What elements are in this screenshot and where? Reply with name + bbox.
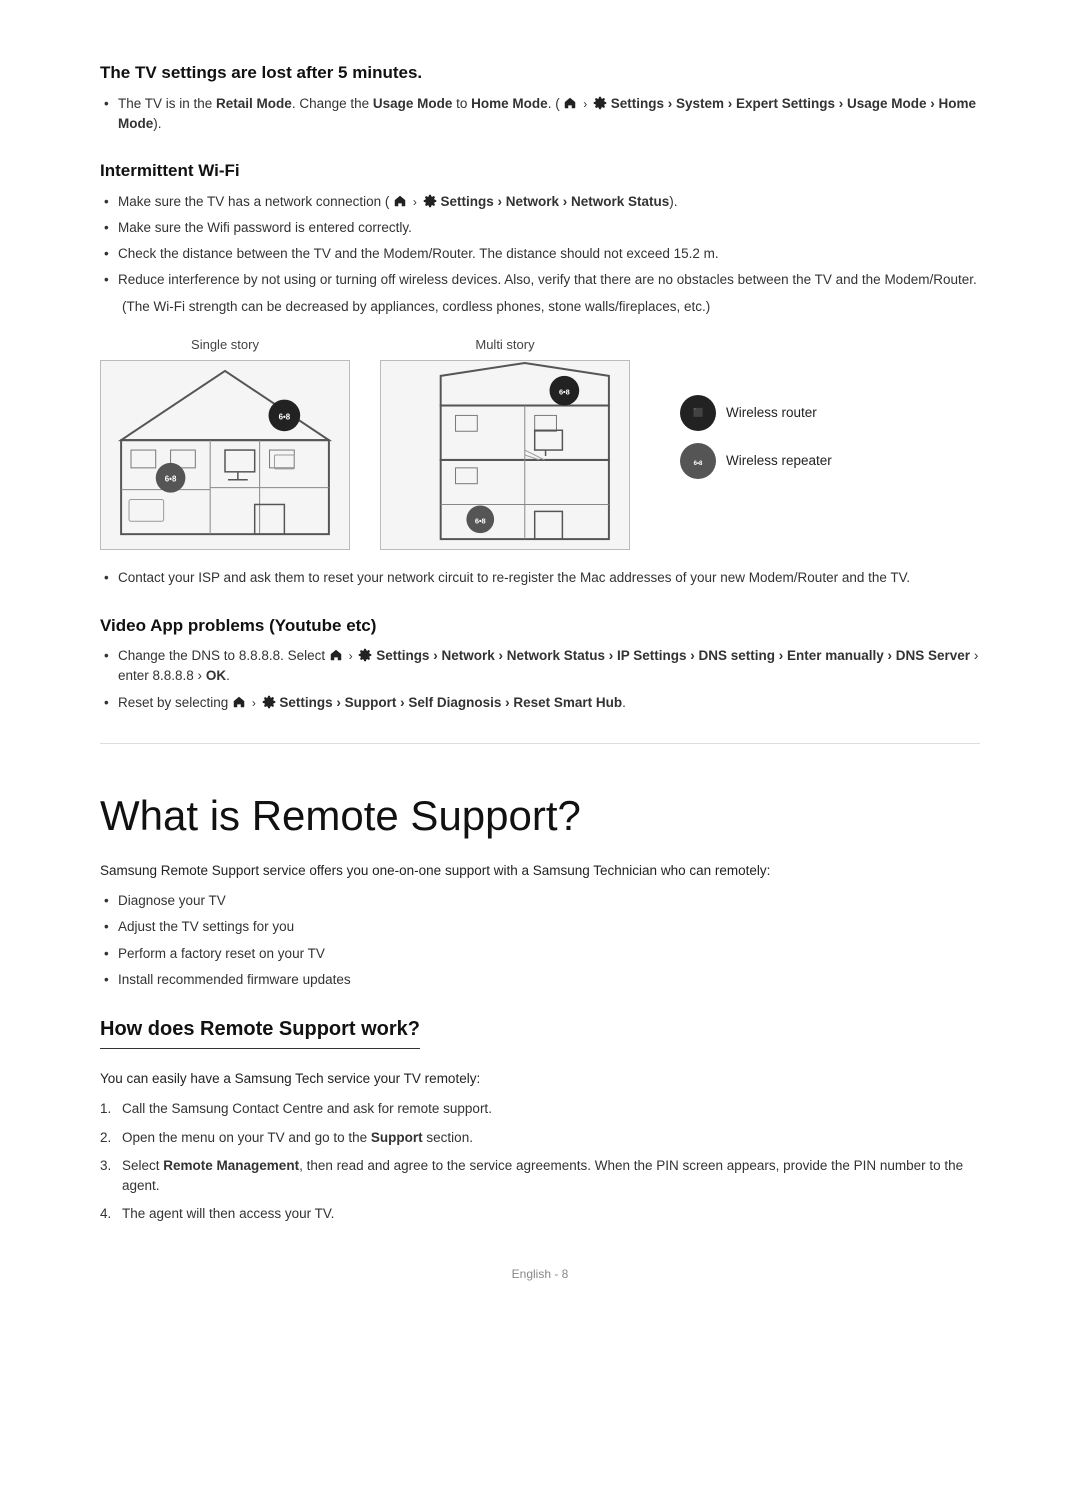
step-2: 2. Open the menu on your TV and go to th… [100,1128,980,1148]
rs-bullet-4: Install recommended firmware updates [100,970,980,990]
router-icon: ⬛ [680,395,716,431]
settings-icon [262,695,276,709]
video-list: Change the DNS to 8.8.8.8. Select › Sett… [100,646,980,713]
page-footer: English - 8 [100,1265,980,1283]
rs-bullet-3: Perform a factory reset on your TV [100,944,980,964]
how-works-heading: How does Remote Support work? [100,1014,420,1049]
video-bullet-1: Change the DNS to 8.8.8.8. Select › Sett… [100,646,980,687]
legend-repeater: 6•8 Wireless repeater [680,443,832,479]
section-tv-settings: The TV settings are lost after 5 minutes… [100,60,980,134]
wifi-heading: Intermittent Wi-Fi [100,158,980,184]
step-4: 4. The agent will then access your TV. [100,1204,980,1224]
wifi-bullet-4: Reduce interference by not using or turn… [100,270,980,290]
svg-text:6•8: 6•8 [475,517,486,526]
section-video: Video App problems (Youtube etc) Change … [100,613,980,713]
wifi-bullet-1: Make sure the TV has a network connectio… [100,192,980,212]
repeater-icon: 6•8 [680,443,716,479]
svg-text:6•8: 6•8 [694,461,703,467]
settings-icon [358,648,372,662]
wifi-isp-bullet: Contact your ISP and ask them to reset y… [100,568,980,588]
how-works-intro: You can easily have a Samsung Tech servi… [100,1069,980,1089]
settings-icon [423,194,437,208]
home-icon [329,648,343,662]
single-story-block: Single story 6•8 [100,335,350,551]
single-story-label: Single story [191,335,259,355]
step-1: 1. Call the Samsung Contact Centre and a… [100,1099,980,1119]
rs-bullet-1: Diagnose your TV [100,891,980,911]
section-wifi: Intermittent Wi-Fi Make sure the TV has … [100,158,980,589]
multi-story-block: Multi story [380,335,630,551]
home-icon [393,194,407,208]
tv-settings-heading: The TV settings are lost after 5 minutes… [100,60,980,86]
section-divider [100,743,980,744]
wireless-router-label: Wireless router [726,403,817,423]
step-3: 3. Select Remote Management, then read a… [100,1156,980,1197]
section-how-works: How does Remote Support work? You can ea… [100,1014,980,1225]
remote-support-list: Diagnose your TV Adjust the TV settings … [100,891,980,990]
single-story-house: 6•8 6•8 [100,360,350,550]
legend-router: ⬛ Wireless router [680,395,832,431]
section-remote-support: What is Remote Support? Samsung Remote S… [100,784,980,990]
how-works-steps: 1. Call the Samsung Contact Centre and a… [100,1099,980,1224]
wifi-diagram: Single story 6•8 [100,335,980,551]
home-icon [232,695,246,709]
home-icon [563,96,577,110]
diagram-legend: ⬛ Wireless router 6•8 Wireless repeater [680,395,832,479]
wireless-repeater-label: Wireless repeater [726,451,832,471]
svg-text:6•8: 6•8 [559,388,570,397]
video-heading: Video App problems (Youtube etc) [100,613,980,639]
wifi-bullet-3: Check the distance between the TV and th… [100,244,980,264]
tv-settings-bullet-1: The TV is in the Retail Mode. Change the… [100,94,980,135]
svg-text:6•8: 6•8 [165,475,177,484]
multi-story-label: Multi story [475,335,534,355]
wifi-list: Make sure the TV has a network connectio… [100,192,980,291]
settings-icon [593,96,607,110]
wifi-note: (The Wi-Fi strength can be decreased by … [122,297,980,317]
video-bullet-2: Reset by selecting › Settings › Support … [100,693,980,713]
remote-support-intro: Samsung Remote Support service offers yo… [100,861,980,881]
tv-settings-list: The TV is in the Retail Mode. Change the… [100,94,980,135]
wifi-bullet-2: Make sure the Wifi password is entered c… [100,218,980,238]
multi-story-house: 6•8 6•8 [380,360,630,550]
remote-support-heading: What is Remote Support? [100,784,980,847]
wifi-isp-list: Contact your ISP and ask them to reset y… [100,568,980,588]
footer-text: English - 8 [512,1267,569,1281]
svg-text:6•8: 6•8 [279,413,291,422]
rs-bullet-2: Adjust the TV settings for you [100,917,980,937]
